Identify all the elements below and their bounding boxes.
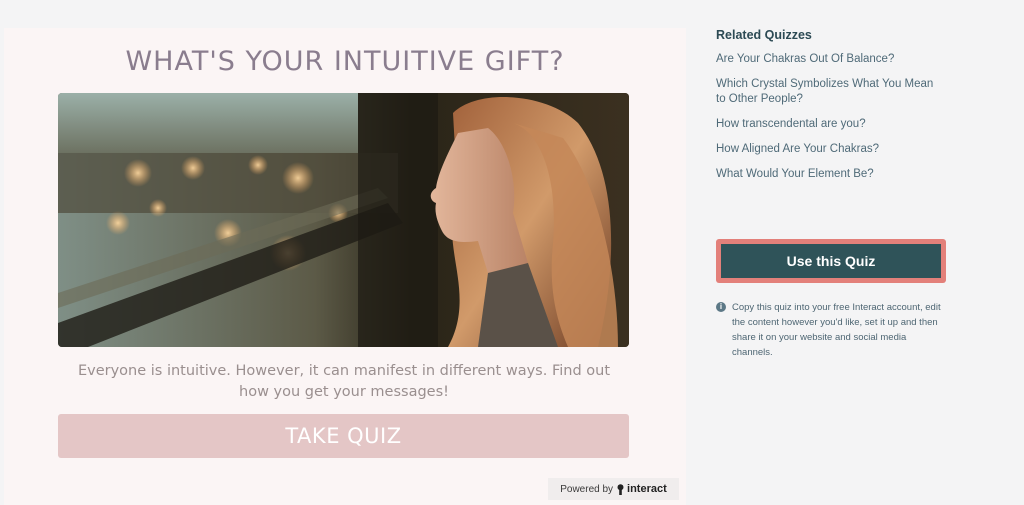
info-icon: i [716, 302, 726, 312]
related-quizzes-heading: Related Quizzes [716, 28, 812, 42]
related-quizzes-list: Are Your Chakras Out Of Balance? Which C… [716, 52, 946, 182]
info-note: i Copy this quiz into your free Interact… [716, 300, 948, 360]
related-quiz-link[interactable]: Are Your Chakras Out Of Balance? [716, 52, 944, 67]
powered-by-badge[interactable]: Powered by interact [548, 478, 679, 500]
use-quiz-button-outline: Use this Quiz [716, 239, 946, 283]
interact-brand-text: interact [627, 483, 667, 495]
quiz-card: WHAT'S YOUR INTUITIVE GIFT? Everyone is … [4, 28, 686, 505]
related-quizzes-panel: Related Quizzes Are Your Chakras Out Of … [716, 28, 946, 192]
info-text: Copy this quiz into your free Interact a… [732, 302, 941, 358]
use-this-quiz-button[interactable]: Use this Quiz [721, 244, 941, 278]
quiz-title: WHAT'S YOUR INTUITIVE GIFT? [125, 46, 565, 77]
related-quiz-link[interactable]: What Would Your Element Be? [716, 167, 944, 182]
interact-logo-icon [617, 483, 624, 495]
quiz-cover-image [58, 93, 629, 347]
powered-by-label: Powered by [560, 483, 614, 495]
quiz-description: Everyone is intuitive. However, it can m… [77, 363, 611, 400]
related-quiz-link[interactable]: How transcendental are you? [716, 117, 944, 132]
interact-logo: interact [616, 483, 667, 495]
related-quiz-link[interactable]: Which Crystal Symbolizes What You Mean t… [716, 77, 944, 107]
related-quiz-link[interactable]: How Aligned Are Your Chakras? [716, 142, 944, 157]
take-quiz-button[interactable]: TAKE QUIZ [58, 414, 629, 458]
